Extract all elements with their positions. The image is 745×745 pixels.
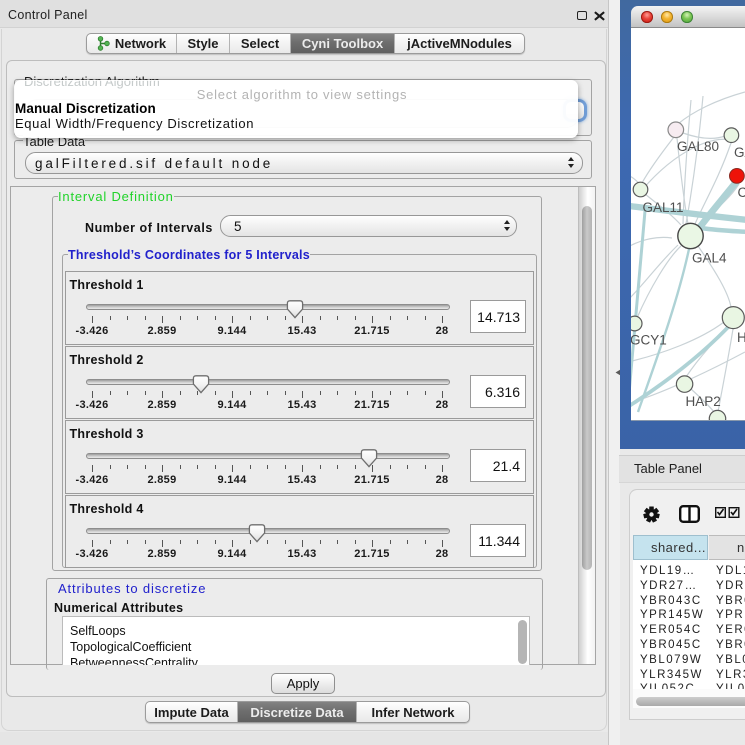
svg-text:GAL11: GAL11: [643, 200, 684, 215]
svg-text:CD: CD: [738, 185, 745, 200]
svg-text:GAL7: GAL7: [734, 145, 745, 160]
svg-text:HAP2: HAP2: [686, 394, 721, 409]
svg-text:GCY1: GCY1: [631, 333, 667, 348]
svg-text:GAL4: GAL4: [692, 251, 727, 266]
svg-text:GAL80: GAL80: [677, 139, 719, 154]
svg-text:HA: HA: [737, 330, 745, 345]
